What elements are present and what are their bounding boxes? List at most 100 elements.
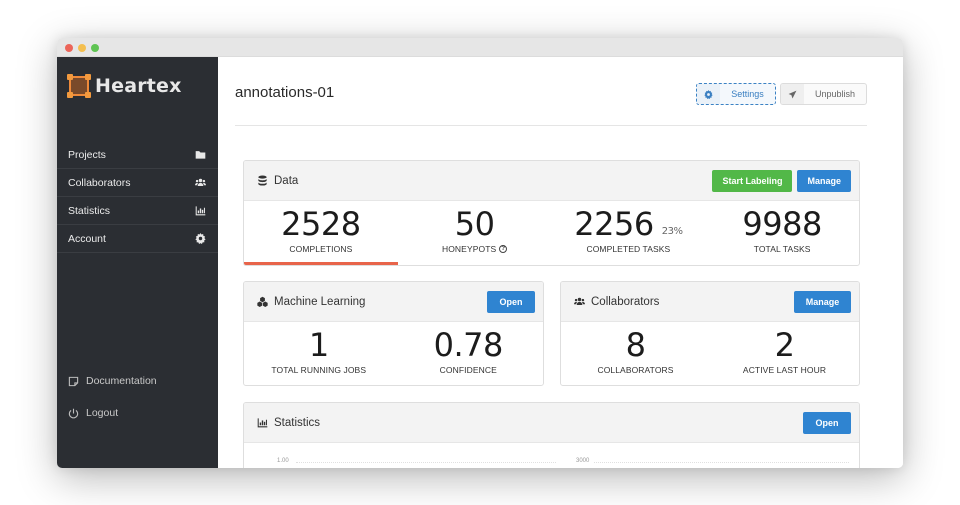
users-icon <box>194 177 206 189</box>
stat-label: HONEYPOTS <box>441 244 497 254</box>
collab-manage-button[interactable]: Manage <box>794 290 851 313</box>
ml-card-title: Machine Learning <box>257 296 365 308</box>
stat-total-tasks[interactable]: 9988 TOTAL TASKS <box>705 201 859 265</box>
stat-value: 8 <box>625 326 646 364</box>
stat-running-jobs: 1 TOTAL RUNNING JOBS <box>244 322 394 385</box>
settings-button[interactable]: Settings <box>696 83 776 105</box>
sidebar-nav: Projects Collaborators Statistics Accoun… <box>57 141 218 253</box>
stat-label: CONFIDENCE <box>439 365 497 375</box>
stat-value: 0.78 <box>433 326 504 364</box>
logout-label: Logout <box>86 407 119 419</box>
chart-icon <box>194 205 206 217</box>
stat-label: ACTIVE LAST HOUR <box>742 365 827 375</box>
collab-card-header: Collaborators Manage <box>561 282 859 322</box>
help-icon[interactable]: ? <box>499 245 508 253</box>
chart-gridline-right <box>594 462 849 463</box>
users-icon <box>574 297 585 305</box>
chart-gridline-left <box>296 462 556 463</box>
collab-card-title-text: Collaborators <box>591 295 660 308</box>
unpublish-label: Unpublish <box>814 89 856 99</box>
stat-confidence: 0.78 CONFIDENCE <box>394 322 544 385</box>
close-window-button[interactable] <box>65 44 73 52</box>
minimize-window-button[interactable] <box>78 44 86 52</box>
sidebar-item-account[interactable]: Account <box>57 225 218 253</box>
sidebar-item-collaborators[interactable]: Collaborators <box>57 169 218 197</box>
ml-card-title-text: Machine Learning <box>274 295 366 308</box>
stat-percent: 23% <box>661 226 683 237</box>
stat-value-wrap: 2256 23% <box>574 205 683 243</box>
sidebar-item-statistics[interactable]: Statistics <box>57 197 218 225</box>
ml-card-header: Machine Learning Open <box>244 282 543 322</box>
collab-stats: 8 COLLABORATORS 2 ACTIVE LAST HOUR <box>561 322 859 385</box>
logo-text: Heartex <box>95 75 182 97</box>
sidebar-item-label: Projects <box>68 148 106 161</box>
data-stats: 2528 COMPLETIONS 50 HONEYPOTS ? 2256 23% <box>244 201 859 265</box>
sidebar-item-projects[interactable]: Projects <box>57 141 218 169</box>
documentation-label: Documentation <box>86 375 157 387</box>
gear-icon <box>194 233 206 245</box>
stat-collaborators: 8 COLLABORATORS <box>561 322 710 385</box>
chart-icon <box>257 418 268 428</box>
data-card-title: Data <box>257 175 298 187</box>
ml-open-button[interactable]: Open <box>487 290 535 313</box>
stat-label: TOTAL RUNNING JOBS <box>271 365 367 375</box>
stat-value: 9988 <box>742 205 822 243</box>
collab-card-title: Collaborators <box>574 296 659 308</box>
main-content: annotations-01 Settings Unpublish Data S… <box>218 57 903 468</box>
document-icon <box>68 376 79 386</box>
unpublish-button[interactable]: Unpublish <box>780 83 867 105</box>
chart-tick-left: 1.00 <box>277 458 289 464</box>
sidebar-logout-wrap: Logout <box>68 407 208 419</box>
database-icon <box>258 175 267 186</box>
stat-completions[interactable]: 2528 COMPLETIONS <box>244 201 398 265</box>
sidebar-item-label: Statistics <box>68 204 111 217</box>
machine-learning-card: Machine Learning Open 1 TOTAL RUNNING JO… <box>243 281 544 386</box>
stat-value: 2 <box>774 326 795 364</box>
statistics-chart-preview: 1.00 3000 <box>244 443 859 468</box>
page-title: annotations-01 <box>235 84 335 101</box>
data-card-header: Data Start Labeling Manage <box>244 161 859 201</box>
stats-open-button[interactable]: Open <box>803 411 851 434</box>
data-card-title-text: Data <box>274 174 299 187</box>
stat-label: COMPLETIONS <box>289 244 353 254</box>
heartex-logo-icon <box>67 74 91 98</box>
stat-value: 1 <box>308 326 329 364</box>
sidebar: Heartex Projects Collaborators Statistic… <box>57 57 218 468</box>
sidebar-documentation-wrap: Documentation <box>68 375 208 387</box>
logo[interactable]: Heartex <box>67 74 182 98</box>
stat-value: 50 <box>454 205 495 243</box>
stat-active-last-hour: 2 ACTIVE LAST HOUR <box>710 322 859 385</box>
folder-icon <box>194 149 206 161</box>
sidebar-item-label: Account <box>68 232 106 245</box>
stat-value: 2256 <box>574 205 654 243</box>
stat-label: TOTAL TASKS <box>753 244 811 254</box>
cubes-icon <box>257 296 268 307</box>
stats-card-title-text: Statistics <box>274 416 321 429</box>
app-window: Heartex Projects Collaborators Statistic… <box>57 38 903 468</box>
stats-card-title: Statistics <box>257 417 320 429</box>
stat-label-wrap: HONEYPOTS ? <box>441 244 508 254</box>
ml-stats: 1 TOTAL RUNNING JOBS 0.78 CONFIDENCE <box>244 322 544 385</box>
data-manage-button[interactable]: Manage <box>797 169 851 192</box>
statistics-card: Statistics Open 1.00 3000 <box>243 402 860 468</box>
documentation-link[interactable]: Documentation <box>68 375 208 387</box>
stat-honeypots[interactable]: 50 HONEYPOTS ? <box>398 201 552 265</box>
collaborators-card: Collaborators Manage 8 COLLABORATORS 2 A… <box>560 281 860 386</box>
chart-tick-right: 3000 <box>576 458 590 464</box>
logout-link[interactable]: Logout <box>68 407 208 419</box>
sidebar-item-label: Collaborators <box>68 176 131 189</box>
stats-card-header: Statistics Open <box>244 403 859 443</box>
data-card: Data Start Labeling Manage 2528 COMPLETI… <box>243 160 860 266</box>
stat-label: COMPLETED TASKS <box>586 244 671 254</box>
header-divider <box>235 125 867 126</box>
power-icon <box>68 408 79 418</box>
maximize-window-button[interactable] <box>91 44 99 52</box>
stat-value: 2528 <box>281 205 361 243</box>
active-tab-indicator <box>244 262 398 265</box>
stat-label: COLLABORATORS <box>597 365 674 375</box>
settings-label: Settings <box>731 89 764 99</box>
start-labeling-button[interactable]: Start Labeling <box>712 169 793 192</box>
stat-completed-tasks[interactable]: 2256 23% COMPLETED TASKS <box>552 201 706 265</box>
paper-plane-icon <box>788 90 797 98</box>
window-titlebar <box>57 38 903 57</box>
